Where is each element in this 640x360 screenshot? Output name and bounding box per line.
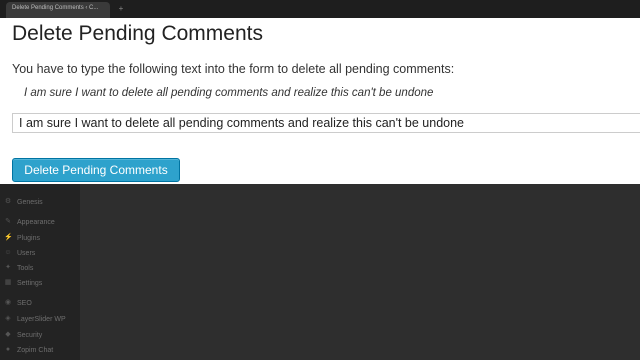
delete-comments-dialog: Delete Pending Comments You have to type… bbox=[0, 18, 640, 184]
plugin-icon: ⚡ bbox=[4, 234, 13, 242]
brush-icon: ✎ bbox=[5, 218, 11, 226]
sidebar-item-users[interactable]: ☺ Users bbox=[4, 247, 80, 261]
gear-icon: ⚙ bbox=[4, 198, 12, 206]
sidebar-item-label: Genesis bbox=[17, 199, 43, 206]
chat-icon: ● bbox=[5, 346, 11, 354]
sidebar-item-appearance[interactable]: ✎ Appearance bbox=[4, 216, 80, 230]
sidebar-item-label: Zopim Chat bbox=[17, 347, 54, 354]
layers-icon: ◈ bbox=[5, 315, 11, 323]
confirmation-phrase: I am sure I want to delete all pending c… bbox=[24, 87, 434, 99]
settings-icon: ▦ bbox=[4, 279, 12, 287]
sidebar-item-label: LayerSlider WP bbox=[17, 316, 66, 323]
delete-pending-comments-button[interactable]: Delete Pending Comments bbox=[12, 158, 180, 182]
sidebar-item-layerslider[interactable]: ◈ LayerSlider WP bbox=[4, 313, 80, 327]
sidebar-item-tools[interactable]: ✦ Tools bbox=[4, 262, 80, 276]
admin-sidebar: ⚙ Genesis ✎ Appearance ⚡ Plugins ☺ Users ✦ To… bbox=[0, 184, 80, 360]
sidebar-item-plugins[interactable]: ⚡ Plugins bbox=[4, 232, 80, 246]
sidebar-item-label: Tools bbox=[17, 265, 34, 272]
sidebar-item-settings[interactable]: ▦ Settings bbox=[4, 277, 80, 291]
sidebar-item-zopim-chat[interactable]: ● Zopim Chat bbox=[4, 344, 80, 358]
sidebar-item-security[interactable]: ◆ Security bbox=[4, 329, 80, 343]
shield-icon: ◆ bbox=[5, 331, 11, 339]
wrench-icon: ✦ bbox=[5, 264, 11, 272]
user-icon: ☺ bbox=[4, 249, 12, 257]
sidebar-item-label: Plugins bbox=[17, 235, 40, 242]
browser-tab[interactable]: Delete Pending Comments ‹ C... bbox=[6, 2, 110, 18]
browser-tab-bar: Delete Pending Comments ‹ C... + bbox=[0, 0, 640, 18]
sidebar-item-label: SEO bbox=[17, 300, 32, 307]
admin-content-area bbox=[80, 184, 640, 360]
sidebar-item-label: Security bbox=[17, 332, 43, 339]
sidebar-item-label: Users bbox=[17, 250, 36, 257]
sidebar-item-label: Appearance bbox=[17, 219, 55, 226]
sidebar-item-genesis[interactable]: ⚙ Genesis bbox=[4, 196, 80, 210]
seo-icon: ◉ bbox=[4, 299, 12, 307]
sidebar-item-seo[interactable]: ◉ SEO bbox=[4, 297, 80, 311]
new-tab-icon[interactable]: + bbox=[116, 4, 126, 14]
confirmation-input[interactable] bbox=[12, 113, 640, 133]
sidebar-item-label: Settings bbox=[17, 280, 43, 287]
instruction-text: You have to type the following text into… bbox=[12, 62, 455, 76]
page-title: Delete Pending Comments bbox=[12, 22, 263, 45]
